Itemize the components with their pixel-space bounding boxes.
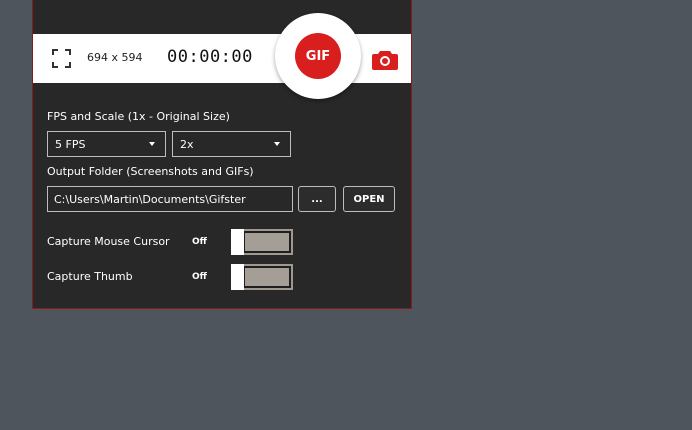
scale-select[interactable]: 2x <box>172 131 291 157</box>
browse-button[interactable]: ... <box>298 186 336 212</box>
toggle-thumb[interactable] <box>231 264 244 290</box>
gifster-panel: 694 x 594 00:00:00 GIF FPS and Scale (1x… <box>32 0 412 309</box>
scale-select-value: 2x <box>180 137 194 151</box>
fps-select-value: 5 FPS <box>55 137 86 151</box>
capture-mouse-cursor-label: Capture Mouse Cursor <box>47 235 170 248</box>
capture-mouse-cursor-state: Off <box>192 237 207 247</box>
fps-select[interactable]: 5 FPS <box>47 131 166 157</box>
chevron-down-icon <box>149 142 155 146</box>
gif-record-ring: GIF <box>275 13 361 99</box>
capture-mouse-cursor-toggle[interactable] <box>231 229 293 255</box>
toggle-thumb[interactable] <box>231 229 244 255</box>
capture-thumb-label: Capture Thumb <box>47 270 133 283</box>
capture-thumb-toggle[interactable] <box>231 264 293 290</box>
toggle-track <box>245 268 289 286</box>
capture-dimensions: 694 x 594 <box>87 51 143 64</box>
camera-icon[interactable] <box>372 50 398 70</box>
recording-timer: 00:00:00 <box>167 47 253 67</box>
fps-scale-label: FPS and Scale (1x - Original Size) <box>47 110 230 123</box>
selection-region-icon[interactable] <box>52 49 71 68</box>
open-folder-button[interactable]: OPEN <box>343 186 395 212</box>
toggle-track <box>245 233 289 251</box>
chevron-down-icon <box>274 142 280 146</box>
gif-record-button[interactable]: GIF <box>295 33 341 79</box>
output-folder-input[interactable]: C:\Users\Martin\Documents\Gifster <box>47 186 293 212</box>
output-folder-label: Output Folder (Screenshots and GIFs) <box>47 165 254 178</box>
capture-thumb-state: Off <box>192 272 207 282</box>
